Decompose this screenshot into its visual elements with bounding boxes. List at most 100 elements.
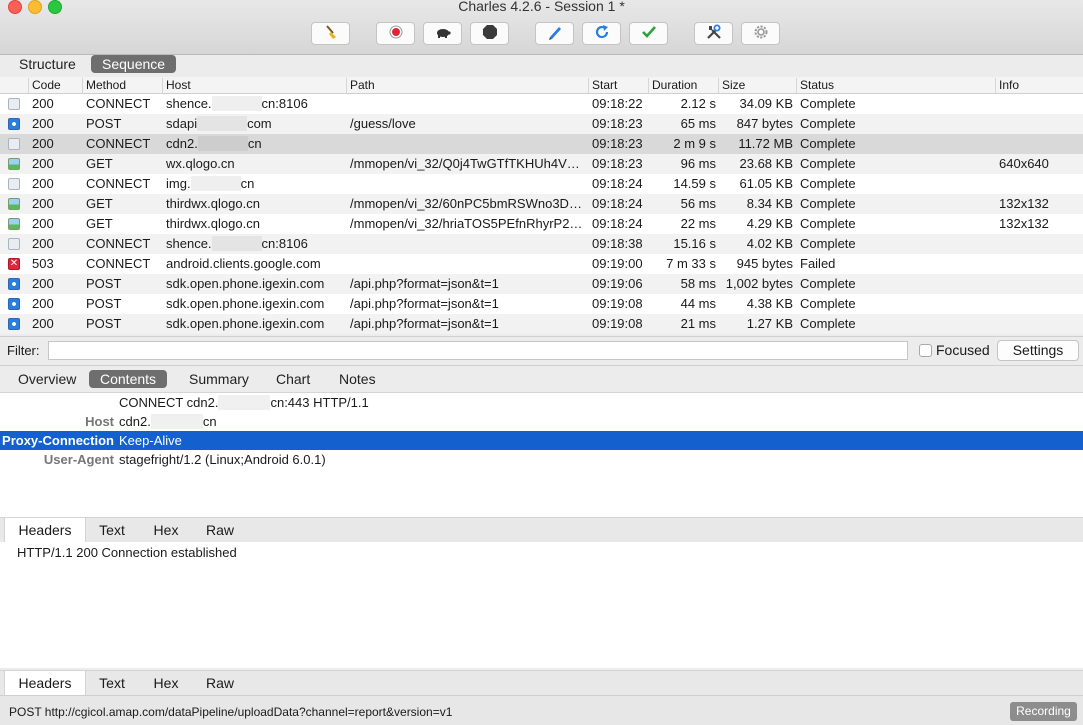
column-info[interactable]: Info <box>995 78 1083 93</box>
cell-start: 09:19:00 <box>592 256 643 271</box>
cell-host: wx.qlogo.cn <box>166 156 344 171</box>
cell-duration: 2 m 9 s <box>673 136 716 151</box>
cell-start: 09:19:08 <box>592 316 643 331</box>
error-icon: ✕ <box>8 258 20 270</box>
repeat-button[interactable] <box>582 22 621 45</box>
image-icon <box>8 198 20 210</box>
tab-structure[interactable]: Structure <box>8 55 87 73</box>
validate-button[interactable] <box>629 22 668 45</box>
table-row[interactable]: 200 POST sdk.open.phone.igexin.com/api.php… <box>0 294 1083 314</box>
cell-host: cdn2. cn <box>166 136 344 151</box>
cell-duration: 22 ms <box>680 216 716 231</box>
tab-notes[interactable]: Notes <box>328 370 387 388</box>
cell-status: Complete <box>800 96 856 111</box>
tab-contents[interactable]: Contents <box>89 370 168 388</box>
table-row[interactable]: 200 CONNECT img. cn 09:18:24 14.59 s 61.05 KB C… <box>0 174 1083 194</box>
cell-info: 132x132 <box>999 196 1049 211</box>
header-key: User-Agent <box>43 452 114 467</box>
column-size[interactable]: Size <box>718 78 796 93</box>
cell-duration: 56 ms <box>680 196 716 211</box>
response-status-line[interactable]: HTTP/1.1 200 Connection established <box>17 545 237 560</box>
host-text: shence. <box>166 236 212 251</box>
cell-info: 640x640 <box>999 156 1049 171</box>
table-row[interactable]: 200 CONNECT shence. cn:8106 09:18:22 2.12 s 34… <box>0 94 1083 114</box>
column-code[interactable]: Code <box>28 78 82 93</box>
document-icon <box>8 98 20 110</box>
table-row[interactable]: 200 GET thirdwx.qlogo.cn/mmopen/vi_32/60nP… <box>0 194 1083 214</box>
cell-code: 200 <box>32 176 54 191</box>
table-row[interactable]: 200 GET wx.qlogo.cn/mmopen/vi_32/Q0j4TwGTf… <box>0 154 1083 174</box>
request-tab-raw[interactable]: Raw <box>196 518 244 542</box>
window-title: Charles 4.2.6 - Session 1 * <box>458 0 625 14</box>
column-start[interactable]: Start <box>588 78 648 93</box>
response-headers-pane: HTTP/1.1 200 Connection established <box>0 542 1083 668</box>
cell-code: 200 <box>32 296 54 311</box>
header-row-proxy-connection[interactable]: Proxy-Connection Keep-Alive <box>0 431 1083 450</box>
filter-settings-button[interactable]: Settings <box>997 340 1079 361</box>
sequence-table-header: Code Method Host Path Start Duration Siz… <box>0 77 1083 94</box>
throttle-button[interactable] <box>423 22 462 45</box>
column-path[interactable]: Path <box>346 78 588 93</box>
cell-size: 4.02 KB <box>746 236 793 251</box>
cell-method: GET <box>86 216 113 231</box>
column-status[interactable]: Status <box>796 78 995 93</box>
cell-host: shence. cn:8106 <box>166 96 344 111</box>
focused-checkbox[interactable] <box>919 344 932 357</box>
tab-summary[interactable]: Summary <box>178 370 260 388</box>
cell-size: 945 bytes <box>736 256 793 271</box>
host-text: wx.qlogo.cn <box>166 156 235 171</box>
cell-duration: 58 ms <box>680 276 716 291</box>
cell-host: sdk.open.phone.igexin.com <box>166 316 344 331</box>
header-row-user-agent[interactable]: User-Agent stagefright/1.2 (Linux;Androi… <box>0 450 1083 469</box>
response-tab-raw[interactable]: Raw <box>196 671 244 695</box>
table-row[interactable]: ✕ 503 CONNECT android.clients.google.com 09:… <box>0 254 1083 274</box>
tab-chart[interactable]: Chart <box>265 370 321 388</box>
cell-size: 4.29 KB <box>746 216 793 231</box>
table-row[interactable]: 200 CONNECT shence. cn:8106 09:18:38 15.16 s 4… <box>0 234 1083 254</box>
clear-session-button[interactable] <box>311 22 350 45</box>
document-icon <box>8 178 20 190</box>
cell-host: sdapi com <box>166 116 344 131</box>
settings-button[interactable] <box>741 22 780 45</box>
focused-label: Focused <box>936 342 990 358</box>
response-tab-text[interactable]: Text <box>88 671 136 695</box>
cell-status: Complete <box>800 316 856 331</box>
cell-path: /mmopen/vi_32/Q0j4TwGTfTKHUh4V0... <box>350 156 584 171</box>
header-key: Proxy-Connection <box>2 433 114 448</box>
table-row[interactable]: 200 POST sdk.open.phone.igexin.com/api.php… <box>0 274 1083 294</box>
column-host[interactable]: Host <box>162 78 346 93</box>
cell-path: /mmopen/vi_32/60nPC5bmRSWno3DX... <box>350 196 584 211</box>
title-bar: Charles 4.2.6 - Session 1 * <box>0 0 1083 55</box>
table-row[interactable]: 200 POST sdk.open.phone.igexin.com/api.php… <box>0 314 1083 334</box>
record-button[interactable] <box>376 22 415 45</box>
filter-input[interactable] <box>48 341 908 360</box>
table-row[interactable]: 200 POST sdapi com/guess/love 09:18:23 65 ms 8… <box>0 114 1083 134</box>
header-value: stagefright/1.2 (Linux;Android 6.0.1) <box>119 452 326 467</box>
column-method[interactable]: Method <box>82 78 162 93</box>
cell-code: 200 <box>32 156 54 171</box>
request-tab-hex[interactable]: Hex <box>142 518 190 542</box>
tools-button[interactable] <box>694 22 733 45</box>
detail-tab-bar: Overview Contents Summary Chart Notes <box>0 366 1083 393</box>
table-row[interactable]: 200 GET thirdwx.qlogo.cn/mmopen/vi_32/hria… <box>0 214 1083 234</box>
request-line[interactable]: CONNECT cdn2. cn:443 HTTP/1.1 <box>0 393 1083 412</box>
tab-overview[interactable]: Overview <box>7 370 87 388</box>
gear-icon <box>753 24 769 43</box>
response-tab-hex[interactable]: Hex <box>142 671 190 695</box>
redaction <box>197 116 248 131</box>
header-row-host[interactable]: Host cdn2. cn <box>0 412 1083 431</box>
response-tab-headers[interactable]: Headers <box>4 671 86 695</box>
check-icon <box>641 24 657 43</box>
compose-button[interactable] <box>535 22 574 45</box>
request-tab-headers[interactable]: Headers <box>4 518 86 542</box>
breakpoints-button[interactable] <box>470 22 509 45</box>
recording-badge[interactable]: Recording <box>1010 702 1077 721</box>
cell-code: 200 <box>32 116 54 131</box>
column-duration[interactable]: Duration <box>648 78 718 93</box>
filter-bar: Filter: Focused Settings <box>0 336 1083 366</box>
document-icon <box>8 138 20 150</box>
tab-sequence[interactable]: Sequence <box>91 55 177 73</box>
table-row[interactable]: 200 CONNECT cdn2. cn 09:18:23 2 m 9 s 11.72 MB… <box>0 134 1083 154</box>
request-tab-text[interactable]: Text <box>88 518 136 542</box>
cell-start: 09:18:24 <box>592 196 643 211</box>
